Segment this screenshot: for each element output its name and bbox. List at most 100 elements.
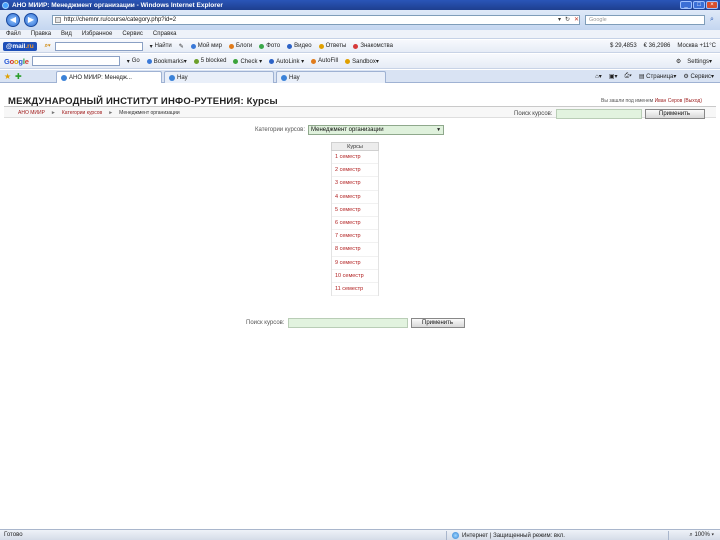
tab-nau-2[interactable]: Нау	[276, 71, 386, 83]
menu-file[interactable]: Файл	[6, 31, 21, 37]
url-text: http://chemnr.ru/course/category.php?id=…	[64, 17, 177, 23]
course-link[interactable]: 4 семестр	[332, 191, 378, 204]
blogs-link[interactable]: Блоги	[228, 43, 252, 49]
breadcrumb-current: Менеджмент организации	[119, 110, 180, 116]
globe-icon	[452, 532, 459, 539]
dropdown-icon[interactable]: ▾	[558, 16, 561, 23]
tools-menu[interactable]: ⚙ Сервис▾	[683, 73, 714, 80]
stop-icon[interactable]: ✕	[574, 16, 579, 23]
menu-view[interactable]: Вид	[61, 31, 72, 37]
wrench-icon[interactable]: ⚙	[676, 58, 681, 65]
chevron-down-icon: ▼	[436, 127, 442, 133]
menu-edit[interactable]: Правка	[31, 31, 51, 37]
menu-favorites[interactable]: Избранное	[82, 31, 112, 37]
answers-link[interactable]: Ответы	[318, 43, 346, 49]
tab-miir[interactable]: АНО МИИР: Менедж...	[56, 71, 162, 83]
favorites-star-icon[interactable]: ★	[4, 72, 11, 81]
course-list: Курсы 1 семестр 2 семестр 3 семестр 4 се…	[331, 142, 379, 297]
menu-help[interactable]: Справка	[153, 31, 177, 37]
status-text: Готово	[4, 532, 23, 538]
breadcrumb-separator: ►	[108, 110, 114, 116]
course-link[interactable]: 6 семестр	[332, 217, 378, 231]
google-logo[interactable]: Google	[4, 57, 29, 66]
course-link[interactable]: 7 семестр	[332, 230, 378, 244]
security-zone[interactable]: Интернет | Защищенный режим: вкл.	[452, 532, 565, 539]
minimize-button[interactable]: _	[680, 1, 692, 9]
course-link[interactable]: 9 семестр	[332, 257, 378, 270]
mailru-logo[interactable]: @mail.ru	[3, 41, 37, 51]
course-link[interactable]: 3 семестр	[332, 177, 378, 191]
status-divider	[446, 531, 447, 540]
maximize-button[interactable]: □	[693, 1, 705, 9]
window-controls: _ □ ×	[680, 1, 718, 9]
breadcrumb-home[interactable]: АНО МИИР	[18, 110, 45, 116]
address-bar-row: ◀ ▶ http://chemnr.ru/course/category.php…	[0, 10, 720, 30]
user-link[interactable]: Иван Серов	[655, 98, 683, 104]
google-search-input[interactable]	[31, 56, 120, 66]
page-icon	[281, 74, 287, 81]
breadcrumb-categories[interactable]: Категории курсов	[62, 110, 102, 116]
course-link[interactable]: 11 семестр	[332, 283, 378, 297]
search-input[interactable]: Google	[585, 15, 705, 25]
mailru-search-input[interactable]	[54, 41, 143, 51]
tabs-row: ★ ✚ АНО МИИР: Менедж... Нау Нау ⌂▾ ▣▾ ⎙▾…	[0, 70, 720, 83]
feeds-icon[interactable]: ▣▾	[609, 73, 618, 80]
zoom-level[interactable]: ⌕ 100% ▾	[689, 532, 714, 539]
search-icon[interactable]: ⌕	[707, 15, 717, 25]
page-icon	[55, 17, 61, 23]
address-field[interactable]: http://chemnr.ru/course/category.php?id=…	[52, 15, 580, 25]
breadcrumb: АНО МИИР ► Категории курсов ► Менеджмент…	[18, 110, 180, 116]
apply-button[interactable]: Применить	[644, 109, 705, 119]
category-select[interactable]: Менеджмент организации ▼	[308, 125, 445, 135]
search-icon[interactable]: ⌕▾	[45, 43, 51, 50]
video-link[interactable]: Видео	[287, 43, 312, 49]
search-label: Поиск курсов:	[514, 111, 553, 117]
autolink-button[interactable]: AutoLink ▾	[269, 58, 304, 65]
window-title-bar: АНО МИИР: Менеджмент организации - Windo…	[0, 0, 720, 10]
address-tools: ▾ ↻ ✕	[558, 16, 579, 23]
eur-rate: € 36,2986	[643, 43, 671, 49]
breadcrumb-separator: ►	[50, 110, 56, 116]
settings-button[interactable]: Settings▾	[687, 58, 712, 65]
course-list-header: Курсы	[331, 142, 379, 151]
spellcheck-button[interactable]: Check ▾	[233, 58, 262, 65]
course-link[interactable]: 1 семестр	[332, 151, 378, 165]
photo-link[interactable]: Фото	[259, 43, 280, 49]
autofill-button[interactable]: AutoFill	[311, 58, 338, 64]
page-menu[interactable]: ▤ Страница▾	[639, 73, 677, 80]
weather-info[interactable]: Москва +11°C	[677, 43, 716, 49]
bookmarks-button[interactable]: Bookmarks▾	[146, 58, 187, 65]
course-link[interactable]: 8 семестр	[332, 243, 378, 257]
status-bar: Готово Интернет | Защищенный режим: вкл.…	[0, 529, 720, 540]
pencil-icon[interactable]: ✎	[179, 43, 184, 50]
google-toolbar: Google ▾ Go Bookmarks▾ 5 blocked Check ▾…	[0, 54, 720, 69]
top-course-search: Поиск курсов: Применить	[514, 109, 705, 119]
add-favorite-icon[interactable]: ✚	[15, 72, 22, 81]
course-search-input[interactable]	[555, 109, 642, 119]
course-link[interactable]: 5 семестр	[332, 204, 378, 217]
refresh-icon[interactable]: ↻	[565, 16, 570, 23]
course-link[interactable]: 2 семестр	[332, 164, 378, 178]
find-button[interactable]: ▾ Найти	[150, 43, 172, 50]
apply-button[interactable]: Применить	[410, 318, 465, 328]
dating-link[interactable]: Знакомства	[353, 43, 393, 49]
close-button[interactable]: ×	[706, 1, 718, 9]
menu-tools[interactable]: Сервис	[122, 31, 143, 37]
course-search-input[interactable]	[287, 318, 408, 328]
mailru-toolbar: @mail.ru ⌕▾ ▾ Найти ✎ Мой мир Блоги Фото…	[0, 40, 720, 53]
back-button[interactable]: ◀	[6, 13, 20, 27]
forward-button[interactable]: ▶	[24, 13, 38, 27]
print-icon[interactable]: ⎙▾	[625, 73, 632, 80]
category-row: Категории курсов: Менеджмент организации…	[255, 125, 445, 135]
course-link[interactable]: 10 семестр	[332, 270, 378, 283]
sandbox-button[interactable]: Sandbox▾	[345, 58, 379, 65]
navigation-bar: АНО МИИР ► Категории курсов ► Менеджмент…	[4, 106, 716, 119]
home-icon[interactable]: ⌂▾	[595, 73, 602, 80]
tab-nau-1[interactable]: Нау	[164, 71, 274, 83]
command-bar: ⌂▾ ▣▾ ⎙▾ ▤ Страница▾ ⚙ Сервис▾	[595, 73, 714, 80]
logout-link[interactable]: (Выход)	[684, 98, 702, 104]
mymir-link[interactable]: Мой мир	[190, 43, 222, 49]
page-icon	[61, 74, 67, 81]
popup-blocker[interactable]: 5 blocked	[193, 58, 226, 64]
google-go-button[interactable]: ▾ Go	[127, 58, 140, 65]
